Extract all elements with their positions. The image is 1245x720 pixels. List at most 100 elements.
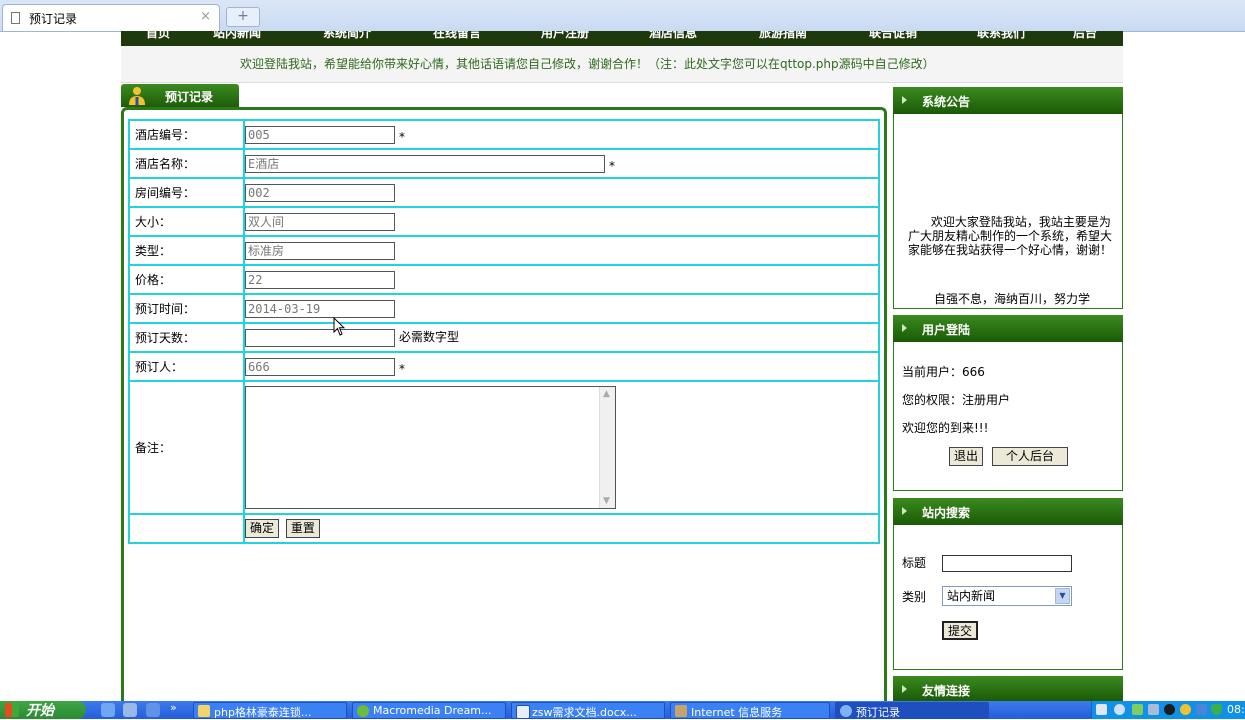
price-input[interactable]: 22 [245,270,395,289]
scroll-up-icon[interactable]: ▲ [603,389,610,399]
scroll-down-icon[interactable]: ▼ [603,496,610,506]
chevron-down-icon[interactable]: ▼ [1055,588,1070,604]
links-title: 友情连接 [922,684,971,698]
form-row: 备注： ▲ ▼ [129,381,879,514]
taskbar-item[interactable]: Internet 信息服务 [670,702,830,719]
nav-item[interactable]: 后台 [1073,31,1097,41]
taskbar-item-active[interactable]: 预订记录 [835,702,989,719]
chevron-right-icon[interactable]: » [170,701,177,714]
room-size-input[interactable]: 双人间 [245,212,395,231]
panel-title-tab: 预订记录 [121,84,239,107]
search-title-input[interactable] [942,555,1072,572]
quicklaunch-desktop-icon[interactable] [123,703,137,717]
taskbar-item[interactable]: Macromedia Dream... [352,702,506,719]
windows-logo-icon [5,703,19,717]
nav-item[interactable]: 联系我们 [977,31,1025,41]
system-tray: 08: [1091,701,1245,719]
nav-item[interactable]: 系统简介 [323,31,371,41]
required-mark: * [399,361,405,376]
tray-arrow-icon[interactable] [1114,704,1125,715]
nav-item[interactable]: 在线留言 [433,31,481,41]
close-tab-icon[interactable]: × [200,9,211,24]
form-row: 确定 重置 [129,514,879,543]
announcement-box: 欢迎大家登陆我站，我站主要是为广大朋友精心制作的一个系统，希望大家能够在我站获得… [893,114,1123,309]
category-selected: 站内新闻 [947,589,996,603]
start-button[interactable]: 开始 [0,701,86,719]
field-label: 价格： [129,265,244,294]
taskbar-item[interactable]: zsw需求文档.docx... [511,702,665,719]
field-label: 预订天数： [129,323,244,352]
mouse-cursor-icon [333,317,345,336]
nav-item[interactable]: 首页 [146,31,170,41]
quicklaunch-media-icon[interactable] [146,703,160,717]
dreamweaver-icon [357,705,369,717]
page-icon [11,12,20,24]
field-label: 备注： [129,381,244,514]
reset-button[interactable]: 重置 [285,519,320,538]
announcement-title: 系统公告 [922,95,971,109]
tray-app-icon[interactable] [1180,704,1191,715]
site-nav: 首页 站内新闻 系统简介 在线留言 用户注册 酒店信息 旅游指南 联合促销 联系… [121,31,1123,46]
new-tab-button[interactable]: + [226,7,260,27]
taskbar-item[interactable]: php格林豪泰连锁... [193,702,347,719]
hotel-name-input[interactable]: E酒店 [245,154,605,173]
announcement-text: 欢迎大家登陆我站，我站主要是为广大朋友精心制作的一个系统，希望大家能够在我站获得… [908,215,1113,257]
notice-text: 欢迎登陆我站，希望能给你带来好心情，其他话语请您自己修改，谢谢合作！（注：此处文… [240,57,935,71]
login-title: 用户登陆 [922,323,971,337]
field-label: 预订人： [129,352,244,381]
monitor-icon[interactable] [1148,704,1159,715]
welcome-text: 欢迎您的到来!!! [902,421,989,435]
form-row: 价格： 22 [129,265,879,294]
network-icon[interactable] [1132,704,1143,715]
room-type-input[interactable]: 标准房 [245,241,395,260]
nav-item[interactable]: 酒店信息 [649,31,697,41]
search-submit-button[interactable]: 提交 [942,621,979,640]
arrow-icon [902,507,907,515]
nav-item[interactable]: 站内新闻 [213,31,261,41]
booking-days-input[interactable] [245,328,395,347]
current-user: 当前用户：666 [902,365,985,379]
personal-admin-button[interactable]: 个人后台 [992,447,1068,466]
taskbar: 开始 » php格林豪泰连锁... Macromedia Dream... zs… [0,701,1245,719]
remark-textarea[interactable]: ▲ ▼ [245,386,616,509]
form-row: 预订天数： 必需数字型 [129,323,879,352]
folder-icon [198,705,210,717]
browser-tab-bar: 预订记录 × + [0,0,1245,32]
qq-icon[interactable] [1164,704,1175,715]
nav-item[interactable]: 用户注册 [541,31,589,41]
user-role: 您的权限：注册用户 [902,393,1011,407]
browser-tab-title: 预订记录 [29,12,78,26]
required-mark: * [609,158,615,173]
submit-button[interactable]: 确定 [245,519,280,538]
logout-button[interactable]: 退出 [949,447,984,466]
links-header: 友情连接 [893,676,1123,701]
field-label: 大小： [129,207,244,236]
hotel-id-input[interactable]: 005 [245,125,395,144]
speaker-icon[interactable] [1196,704,1207,715]
quicklaunch-ie-icon[interactable] [101,703,115,717]
nav-item[interactable]: 旅游指南 [759,31,807,41]
category-select[interactable]: 站内新闻 ▼ [942,586,1072,606]
notice-bar: 欢迎登陆我站，希望能给你带来好心情，其他话语请您自己修改，谢谢合作！（注：此处文… [121,46,1123,83]
keyboard-icon[interactable] [1096,704,1107,715]
search-title: 站内搜索 [922,506,971,520]
booking-date-input[interactable]: 2014-03-19 [245,299,395,318]
announcement-scroll-text: 自强不息，海纳百川，努力学 [934,292,1091,306]
browser-tab[interactable]: 预订记录 × [2,4,220,31]
field-label: 酒店编号： [129,120,244,149]
iis-icon [675,705,687,717]
arrow-icon [902,324,907,332]
user-icon [129,87,145,105]
form-row: 房间编号： 002 [129,178,879,207]
textarea-scrollbar[interactable]: ▲ ▼ [599,387,615,508]
shield-icon[interactable] [1211,704,1222,715]
word-icon [516,705,530,718]
nav-item[interactable]: 联合促销 [869,31,917,41]
arrow-icon [902,96,907,104]
booking-form: 酒店编号： 005 * 酒店名称： E酒店 * 房间编号： 002 大小： 双人间 … [128,119,880,544]
field-label: 酒店名称： [129,149,244,178]
room-id-input[interactable]: 002 [245,183,395,202]
field-label: 房间编号： [129,178,244,207]
booker-input[interactable]: 666 [245,357,395,376]
field-label: 预订时间： [129,294,244,323]
